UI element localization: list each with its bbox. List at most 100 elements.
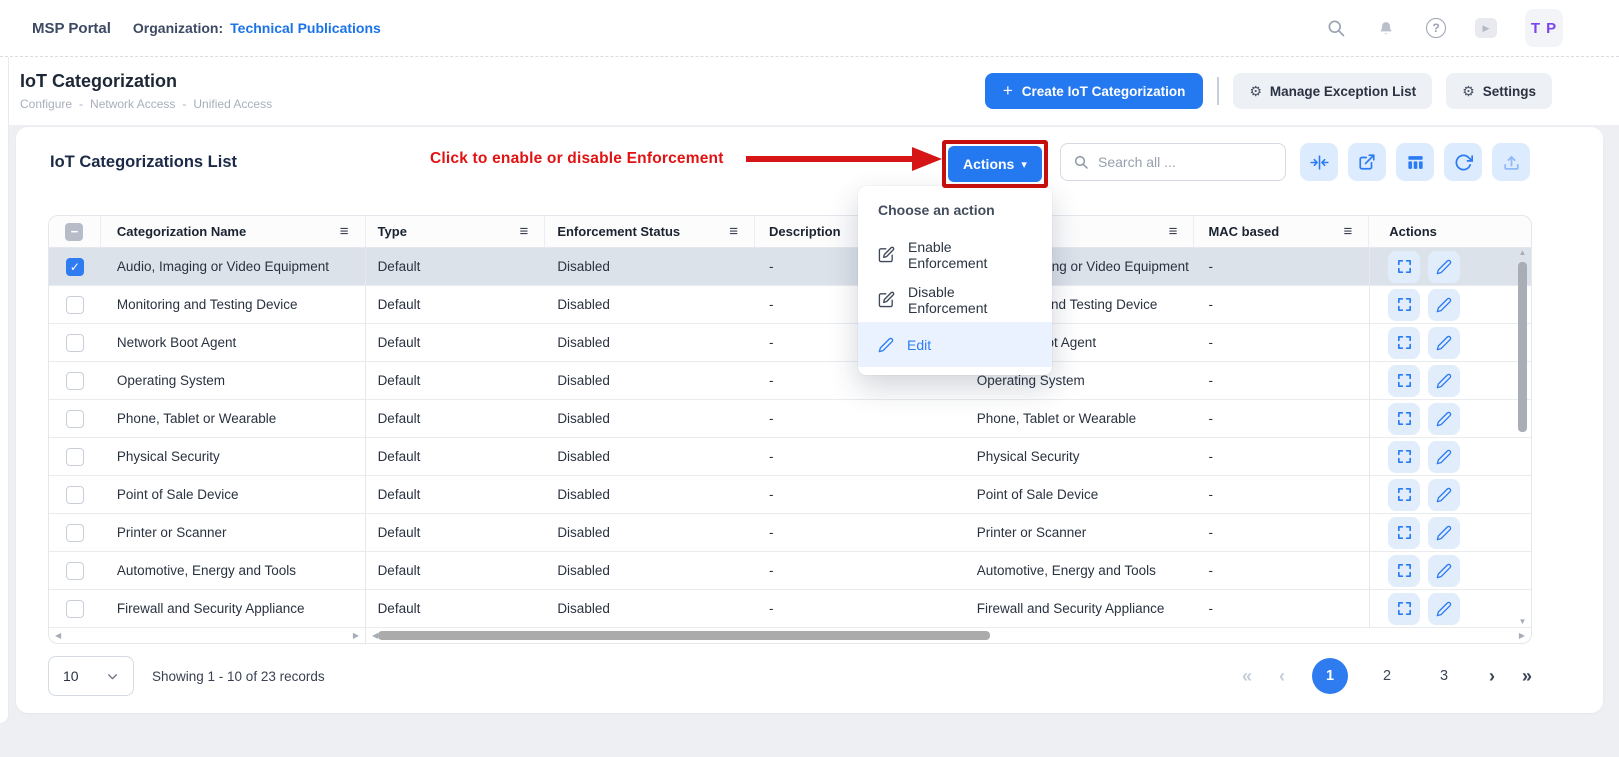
help-icon[interactable]: ? xyxy=(1425,17,1447,39)
row-checkbox[interactable]: ✓ xyxy=(66,410,84,428)
expand-row-button[interactable] xyxy=(1388,365,1420,397)
header-mac-based[interactable]: MAC based ≡ xyxy=(1194,216,1369,247)
cell-type: Default xyxy=(366,286,546,323)
table-row[interactable]: ✓ Printer or Scanner Default Disabled - … xyxy=(49,514,1531,552)
search-input[interactable] xyxy=(1098,154,1258,170)
column-menu-icon[interactable]: ≡ xyxy=(340,223,349,240)
cell-mac-based: - xyxy=(1194,476,1369,513)
row-checkbox[interactable]: ✓ xyxy=(66,372,84,390)
cell-display-name: Phone, Tablet or Wearable xyxy=(965,400,1195,437)
row-checkbox[interactable]: ✓ xyxy=(66,448,84,466)
edit-row-button[interactable] xyxy=(1428,441,1460,473)
expand-row-button[interactable] xyxy=(1388,403,1420,435)
page-number-button[interactable]: 1 xyxy=(1312,658,1348,694)
header-type[interactable]: Type ≡ xyxy=(366,216,546,247)
expand-row-button[interactable] xyxy=(1388,479,1420,511)
table-row[interactable]: ✓ Physical Security Default Disabled - P… xyxy=(49,438,1531,476)
search-icon[interactable] xyxy=(1325,17,1347,39)
upload-button[interactable] xyxy=(1492,143,1530,181)
dropdown-item[interactable]: Edit xyxy=(858,322,1052,367)
cell-type: Default xyxy=(366,438,546,475)
cell-categorization-name: Audio, Imaging or Video Equipment xyxy=(101,248,366,285)
scroll-left-icon[interactable]: ◀ xyxy=(55,632,61,640)
avatar[interactable]: T P xyxy=(1525,9,1563,47)
last-page-button[interactable]: » xyxy=(1522,666,1532,687)
edit-row-button[interactable] xyxy=(1428,555,1460,587)
scroll-down-icon[interactable]: ▼ xyxy=(1519,618,1527,626)
edit-row-button[interactable] xyxy=(1428,365,1460,397)
row-checkbox[interactable]: ✓ xyxy=(66,524,84,542)
table-row[interactable]: ✓ Point of Sale Device Default Disabled … xyxy=(49,476,1531,514)
settings-button[interactable]: ⚙ Settings xyxy=(1446,73,1552,109)
main-horizontal-scrollbar[interactable]: ◀ ▶ xyxy=(366,628,1531,643)
edit-row-button[interactable] xyxy=(1428,479,1460,511)
table-row[interactable]: ✓ Phone, Tablet or Wearable Default Disa… xyxy=(49,400,1531,438)
open-in-new-button[interactable] xyxy=(1348,143,1386,181)
expand-row-button[interactable] xyxy=(1388,327,1420,359)
expand-row-button[interactable] xyxy=(1388,251,1420,283)
edit-row-button[interactable] xyxy=(1428,593,1460,625)
dropdown-item[interactable]: Enable Enforcement xyxy=(858,232,1052,277)
edit-row-button[interactable] xyxy=(1428,289,1460,321)
expand-row-button[interactable] xyxy=(1388,593,1420,625)
pencil-icon xyxy=(1436,601,1452,617)
page-number-button[interactable]: 3 xyxy=(1426,658,1462,694)
row-checkbox[interactable]: ✓ xyxy=(66,486,84,504)
expand-row-button[interactable] xyxy=(1388,517,1420,549)
annotation-arrow xyxy=(744,141,946,177)
edit-row-button[interactable] xyxy=(1428,517,1460,549)
column-menu-icon[interactable]: ≡ xyxy=(520,223,529,240)
columns-button[interactable] xyxy=(1396,143,1434,181)
organization-link[interactable]: Technical Publications xyxy=(230,20,381,36)
table-row[interactable]: ✓ Operating System Default Disabled - Op… xyxy=(49,362,1531,400)
row-checkbox[interactable]: ✓ xyxy=(66,562,84,580)
actions-button[interactable]: Actions ▾ xyxy=(948,146,1042,182)
column-menu-icon[interactable]: ≡ xyxy=(729,223,738,240)
expand-row-button[interactable] xyxy=(1388,555,1420,587)
bell-icon[interactable] xyxy=(1375,17,1397,39)
collapsed-sidebar-edge[interactable] xyxy=(0,44,9,724)
cell-mac-based: - xyxy=(1194,362,1369,399)
scroll-up-icon[interactable]: ▲ xyxy=(1519,249,1527,257)
scroll-right-icon[interactable]: ▶ xyxy=(1519,632,1525,640)
vertical-scrollbar[interactable]: ▲ ▼ xyxy=(1516,249,1529,626)
page-number-button[interactable]: 2 xyxy=(1369,658,1405,694)
table-row[interactable]: ✓ Automotive, Energy and Tools Default D… xyxy=(49,552,1531,590)
column-menu-icon[interactable]: ≡ xyxy=(1343,223,1352,240)
scroll-right-icon[interactable]: ▶ xyxy=(353,632,359,640)
header-enforcement-status[interactable]: Enforcement Status ≡ xyxy=(545,216,755,247)
edit-row-button[interactable] xyxy=(1428,251,1460,283)
row-checkbox[interactable]: ✓ xyxy=(66,600,84,618)
select-all-checkbox[interactable]: − xyxy=(65,223,83,241)
edit-row-button[interactable] xyxy=(1428,327,1460,359)
row-checkbox[interactable]: ✓ xyxy=(66,258,84,276)
edit-row-button[interactable] xyxy=(1428,403,1460,435)
row-checkbox[interactable]: ✓ xyxy=(66,296,84,314)
cell-type: Default xyxy=(366,362,546,399)
horizontal-scroll-thumb[interactable] xyxy=(378,631,990,640)
cell-description: - xyxy=(755,400,965,437)
video-tutorial-icon[interactable]: ▶ xyxy=(1475,17,1497,39)
create-iot-categorization-button[interactable]: + Create IoT Categorization xyxy=(985,73,1203,109)
previous-page-button[interactable]: ‹ xyxy=(1279,666,1285,687)
expand-row-button[interactable] xyxy=(1388,441,1420,473)
refresh-button[interactable] xyxy=(1444,143,1482,181)
header-categorization-name[interactable]: Categorization Name ≡ xyxy=(101,216,366,247)
next-page-button[interactable]: › xyxy=(1489,666,1495,687)
manage-exception-list-button[interactable]: ⚙ Manage Exception List xyxy=(1233,73,1432,109)
row-checkbox-cell: ✓ xyxy=(49,248,101,285)
cell-mac-based: - xyxy=(1194,248,1369,285)
page-size-select[interactable]: 10 xyxy=(48,656,134,696)
table-row[interactable]: ✓ Network Boot Agent Default Disabled - … xyxy=(49,324,1531,362)
table-row[interactable]: ✓ Monitoring and Testing Device Default … xyxy=(49,286,1531,324)
row-checkbox[interactable]: ✓ xyxy=(66,334,84,352)
fit-columns-button[interactable] xyxy=(1300,143,1338,181)
vertical-scroll-thumb[interactable] xyxy=(1518,262,1527,432)
dropdown-item[interactable]: Disable Enforcement xyxy=(858,277,1052,322)
table-row[interactable]: ✓ Audio, Imaging or Video Equipment Defa… xyxy=(49,248,1531,286)
expand-row-button[interactable] xyxy=(1388,289,1420,321)
frozen-pane-scrollbar[interactable]: ◀ ▶ xyxy=(49,628,366,643)
table-row[interactable]: ✓ Firewall and Security Appliance Defaul… xyxy=(49,590,1531,628)
first-page-button[interactable]: « xyxy=(1242,666,1252,687)
column-menu-icon[interactable]: ≡ xyxy=(1169,223,1178,240)
